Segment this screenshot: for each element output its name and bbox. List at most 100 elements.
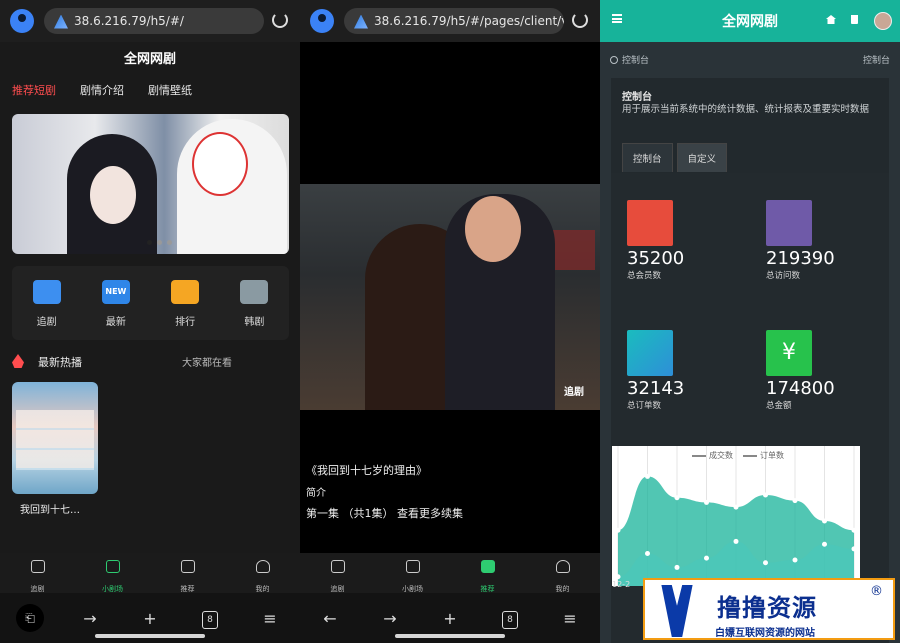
data-point[interactable] (733, 504, 739, 510)
quick-label: 最新 (105, 317, 126, 328)
data-point[interactable] (615, 527, 621, 533)
video-face (465, 196, 521, 262)
tabbar-recommend[interactable]: 推荐 (150, 553, 225, 593)
registered-mark: ® (870, 584, 883, 599)
data-point[interactable] (822, 518, 827, 524)
forward-button[interactable]: → (360, 609, 420, 628)
watermark-title: 撸撸资源 (717, 594, 817, 622)
new-icon: NEW (101, 280, 130, 304)
quick-entries: 追剧 NEW 最新 排行 韩剧 (12, 266, 289, 340)
chart-canvas (615, 446, 857, 586)
data-point[interactable] (822, 541, 827, 547)
follow-button[interactable]: 追剧 (564, 383, 584, 398)
tab-wallpaper[interactable]: 剧情壁纸 (148, 82, 192, 98)
data-point[interactable] (645, 473, 650, 479)
users-icon (627, 200, 673, 246)
back-button[interactable]: ← (300, 609, 360, 628)
star-icon (480, 560, 495, 573)
data-point[interactable] (704, 555, 709, 561)
tab-recommended[interactable]: 推荐短剧 (12, 82, 56, 98)
legend-label: 订单数 (760, 451, 784, 460)
area-chart: 成交数 订单数 (612, 446, 860, 586)
data-point[interactable] (763, 492, 768, 498)
reload-icon[interactable] (572, 12, 588, 28)
carousel-dot[interactable] (147, 240, 152, 245)
stat-label: 总访问数 (766, 271, 801, 281)
avatar[interactable] (874, 12, 892, 30)
tabbar-me[interactable]: 我的 (525, 553, 600, 593)
play-icon (330, 560, 345, 573)
quick-ranking[interactable]: 排行 (151, 266, 220, 340)
extension-button[interactable]: ⎗ (0, 604, 60, 632)
data-point[interactable] (851, 527, 857, 533)
url-text: 38.6.216.79/h5/#/pages/client/video (374, 14, 564, 28)
url-field[interactable]: 38.6.216.79/h5/#/ (44, 8, 264, 34)
star-icon (180, 560, 195, 573)
tabs-button[interactable]: 8 (180, 607, 240, 629)
tabbar-follow[interactable]: 追剧 (300, 553, 375, 593)
stat-label: 总订单数 (627, 401, 662, 411)
ranking-icon (171, 280, 200, 304)
tabbar-recommend[interactable]: 推荐 (450, 553, 525, 593)
drama-card-title[interactable]: 我回到十七… (20, 501, 80, 516)
data-point[interactable] (615, 574, 621, 580)
breadcrumb-label[interactable]: 控制台 (622, 56, 649, 66)
url-field[interactable]: 38.6.216.79/h5/#/pages/client/video (344, 8, 564, 34)
profile-icon[interactable] (310, 9, 334, 33)
section-more[interactable]: 大家都在看 (182, 354, 232, 369)
data-point[interactable] (645, 551, 650, 556)
tabbar-theater[interactable]: 小剧场 (375, 553, 450, 593)
video-player[interactable]: 追剧 (300, 184, 600, 410)
data-point[interactable] (704, 499, 709, 505)
data-point[interactable] (792, 557, 798, 563)
new-tab-button[interactable]: + (420, 609, 480, 628)
data-point[interactable] (674, 564, 680, 570)
legend-item[interactable]: 订单数 (743, 450, 784, 461)
dashboard-tabs: 控制台 自定义 (622, 143, 728, 172)
forward-button[interactable]: → (60, 609, 120, 628)
data-point[interactable] (733, 538, 739, 544)
trash-icon[interactable] (851, 15, 858, 24)
data-point[interactable] (674, 495, 680, 501)
profile-icon[interactable] (10, 9, 34, 33)
drama-card[interactable] (12, 382, 98, 494)
new-tab-button[interactable]: + (120, 609, 180, 628)
play-icon (32, 280, 61, 304)
watermark-logo: 撸撸资源 白嫖互联网资源的网站 ® (643, 578, 895, 640)
tabs-button[interactable]: 8 (480, 607, 540, 629)
carousel-dot[interactable] (157, 240, 162, 245)
tabbar-label: 推荐 (480, 585, 495, 593)
episode-info[interactable]: 第一集 （共1集） 查看更多续集 (306, 505, 463, 521)
tab-plot[interactable]: 剧情介绍 (80, 82, 124, 98)
intro-link[interactable]: 简介 (306, 484, 463, 499)
tab-count: 8 (202, 611, 218, 629)
home-indicator[interactable] (395, 634, 505, 638)
tabbar-me[interactable]: 我的 (225, 553, 300, 593)
tab-custom[interactable]: 自定义 (676, 143, 728, 172)
tabbar-theater[interactable]: 小剧场 (75, 553, 150, 593)
user-icon (255, 560, 270, 573)
video-icon (105, 560, 120, 573)
reload-icon[interactable] (272, 12, 288, 28)
quick-label: 排行 (175, 317, 196, 328)
legend-item[interactable]: 成交数 (692, 450, 733, 461)
tab-console[interactable]: 控制台 (622, 143, 673, 172)
banner-carousel[interactable] (12, 114, 289, 254)
dashboard-description: 用于展示当前系统中的统计数据、统计报表及重要实时数据 (622, 104, 870, 115)
tabbar-label: 我的 (555, 585, 570, 593)
admin-header: 全网网剧 (600, 0, 900, 42)
data-point[interactable] (851, 546, 857, 552)
menu-button[interactable]: ≡ (240, 609, 300, 628)
browser-toolbar: 38.6.216.79/h5/#/pages/client/video (300, 0, 600, 42)
quick-newest[interactable]: NEW 最新 (81, 266, 150, 340)
data-point[interactable] (792, 498, 798, 504)
quick-korean[interactable]: 韩剧 (220, 266, 289, 340)
carousel-dot[interactable] (167, 240, 172, 245)
data-point[interactable] (763, 560, 768, 566)
tabbar-follow[interactable]: 追剧 (0, 553, 75, 593)
legend-label: 成交数 (709, 451, 733, 460)
menu-button[interactable]: ≡ (540, 609, 600, 628)
home-indicator[interactable] (95, 634, 205, 638)
stat-members: 35200 总会员数 (627, 200, 684, 281)
quick-follow[interactable]: 追剧 (12, 266, 81, 340)
